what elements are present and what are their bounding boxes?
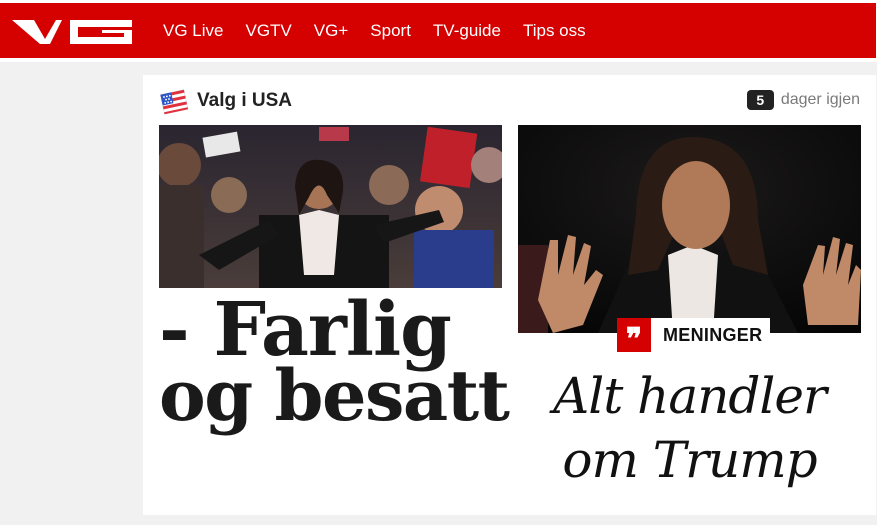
nav-item-vg-plus[interactable]: VG+ — [314, 21, 349, 41]
main-nav: VG Live VGTV VG+ Sport TV-guide Tips oss — [152, 3, 597, 58]
vg-logo[interactable] — [12, 17, 132, 47]
days-remaining-badge: 5 — [746, 90, 774, 110]
quote-icon: ❞ — [617, 318, 651, 355]
nav-item-sport[interactable]: Sport — [370, 21, 411, 41]
kamala-harris-rally-photo[interactable] — [159, 125, 502, 288]
nav-item-tv-guide[interactable]: TV-guide — [433, 21, 501, 41]
us-election-flag-icon — [160, 89, 189, 115]
nav-item-vg-live[interactable]: VG Live — [163, 21, 223, 41]
nav-item-vgtv[interactable]: VGTV — [245, 21, 291, 41]
election-countdown: 5 dager igjen — [746, 90, 860, 110]
headline-alt-handler-om-trump[interactable]: Alt handler om Trump — [522, 364, 857, 492]
navigation-bar: VG Live VGTV VG+ Sport TV-guide Tips oss — [0, 3, 876, 58]
headline-right-line2: om Trump — [562, 431, 817, 489]
headline-right-line1: Alt handler — [553, 367, 827, 425]
days-remaining-label: dager igjen — [780, 91, 860, 108]
headline-farlig-og-besatt[interactable]: - Farlig og besatt — [159, 293, 510, 437]
opinion-label: MENINGER — [663, 324, 763, 345]
top-bar: VG Live VGTV VG+ Sport TV-guide Tips oss — [0, 0, 877, 62]
opinion-tag: ❞ MENINGER — [617, 318, 771, 355]
nav-item-tips-oss[interactable]: Tips oss — [523, 21, 586, 41]
section-title: Valg i USA — [197, 90, 293, 111]
kamala-harris-speech-photo[interactable] — [518, 125, 861, 333]
section-header[interactable]: Valg i USA — [159, 86, 292, 116]
headline-left-line2: og besatt — [159, 354, 510, 437]
